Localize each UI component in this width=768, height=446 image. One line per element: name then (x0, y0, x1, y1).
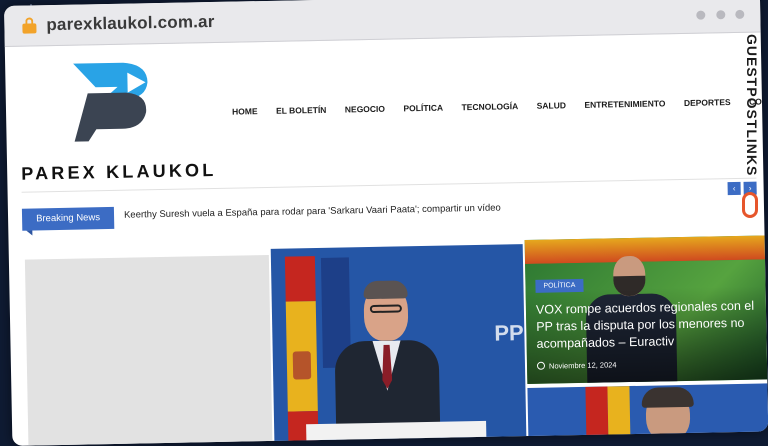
side-article-card[interactable]: POLÍTICA VOX rompe acuerdos regionales c… (524, 235, 768, 385)
clock-icon (536, 361, 546, 370)
side-article-card-2[interactable] (527, 383, 768, 441)
window-controls (690, 6, 745, 25)
window-dot[interactable] (696, 10, 706, 20)
nav-item-tecnologia[interactable]: TECNOLOGÍA (461, 101, 518, 112)
spain-flag (284, 256, 319, 445)
site-name[interactable]: PAREX KLAUKOL (21, 160, 217, 185)
url-text[interactable]: parexklaukol.com.ar (46, 12, 215, 35)
address-bar[interactable]: parexklaukol.com.ar (4, 0, 761, 47)
link-icon (742, 192, 758, 218)
article-image-placeholder[interactable] (24, 254, 273, 446)
date-text: Noviembre 12, 2024 (548, 360, 617, 371)
nav-item-home[interactable]: HOME (232, 106, 258, 116)
lectern (306, 420, 487, 445)
main-nav: HOME EL BOLETÍN NEGOCIO POLÍTICA TECNOLO… (232, 90, 768, 119)
breaking-news-headline[interactable]: Keerthy Suresh vuela a España para rodar… (124, 203, 501, 221)
side-article-title[interactable]: VOX rompe acuerdos regionales con el PP … (536, 298, 761, 353)
side-article-date: Noviembre 12, 2024 (536, 360, 617, 371)
window-dot[interactable] (715, 10, 725, 20)
pp-logo: PP (494, 320, 524, 346)
nav-item-negocio[interactable]: NEGOCIO (345, 104, 385, 115)
lock-icon (22, 17, 37, 34)
breaking-news-tail (26, 230, 33, 236)
nav-item-el-boletin[interactable]: EL BOLETÍN (276, 105, 327, 116)
site-logo-icon[interactable] (65, 58, 157, 145)
nav-item-salud[interactable]: SALUD (537, 100, 566, 111)
category-badge[interactable]: POLÍTICA (535, 278, 584, 293)
window-dot[interactable] (735, 9, 745, 19)
breaking-news-label: Breaking News (21, 206, 115, 231)
browser-window: parexklaukol.com.ar PAREX KLAUKOL HOME E… (4, 0, 768, 446)
watermark-text: GUESTPOSTLINKS (744, 34, 760, 177)
featured-article-image[interactable]: PP (270, 244, 527, 445)
nav-item-entretenimiento[interactable]: ENTRETENIMIENTO (584, 98, 665, 110)
nav-item-deportes[interactable]: DEPORTES (684, 97, 731, 108)
nav-item-politica[interactable]: POLÍTICA (403, 103, 443, 114)
